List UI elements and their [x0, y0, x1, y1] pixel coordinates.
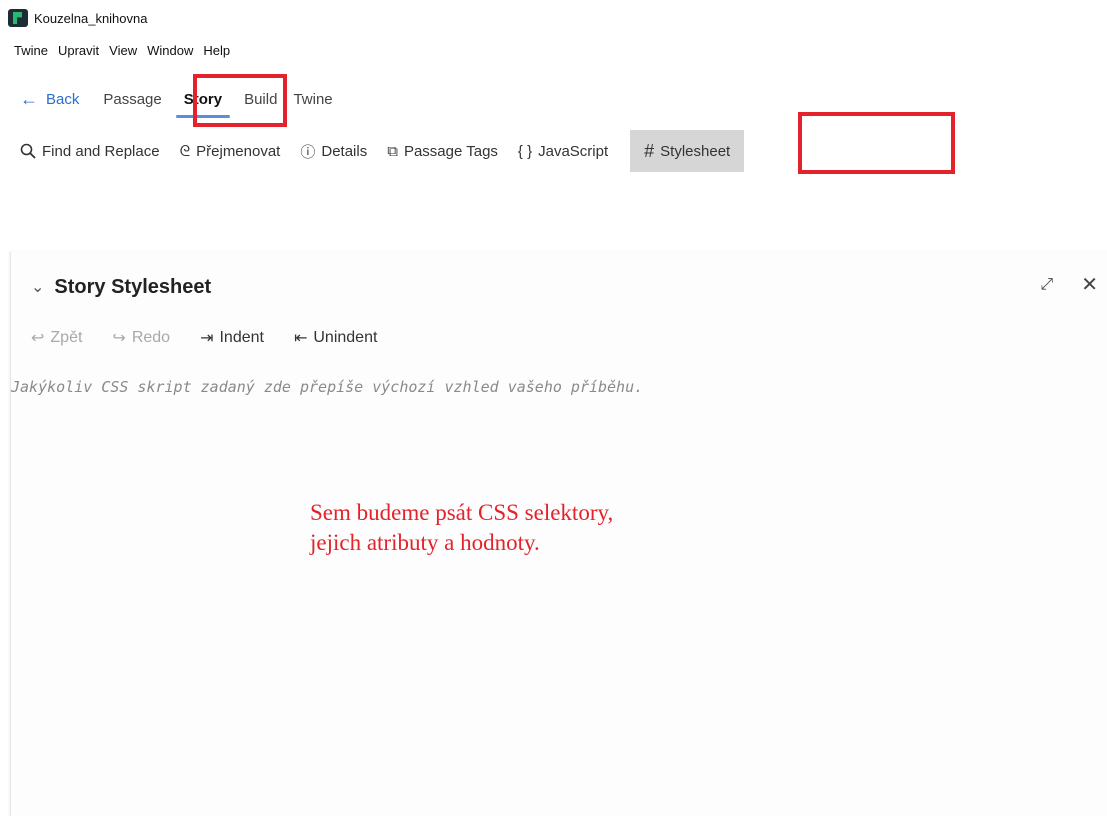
dialog-header: ⌄ Story Stylesheet — [31, 272, 1107, 302]
find-replace-button[interactable]: Find and Replace — [14, 130, 170, 172]
menu-view[interactable]: View — [109, 43, 137, 58]
undo-label: Zpět — [50, 329, 83, 346]
redo-label: Redo — [131, 329, 171, 346]
window-title: Kouzelna_knihovna — [34, 10, 148, 26]
tags-icon: ⧉ — [387, 142, 398, 160]
top-tabs: ← Back Passage Story Build Twine — [18, 82, 341, 118]
back-button[interactable]: ← Back — [18, 82, 95, 116]
passage-tags-button[interactable]: ⧉ Passage Tags — [377, 130, 508, 172]
details-label: Details — [321, 142, 368, 160]
details-button[interactable]: ⓘ Details — [290, 130, 377, 172]
close-icon[interactable]: ✕ — [1081, 272, 1098, 297]
editor-toolbar: ↩ Zpět ↪ Redo ⇥ Indent ⇤ Unindent — [31, 328, 377, 348]
menu-upravit[interactable]: Upravit — [58, 43, 99, 58]
title-bar: Kouzelna_knihovna — [8, 8, 147, 28]
indent-icon: ⇥ — [200, 330, 214, 347]
arrow-left-icon: ← — [20, 88, 38, 109]
indent-button[interactable]: ⇥ Indent — [200, 328, 264, 348]
passage-tags-label: Passage Tags — [403, 142, 498, 160]
highlight-box-stylesheet-button — [798, 112, 955, 174]
unindent-button[interactable]: ⇤ Unindent — [294, 328, 377, 348]
rename-button[interactable]: ᘓ Přejmenovat — [170, 130, 291, 172]
highlight-box-story-tab — [193, 74, 287, 127]
undo-button[interactable]: ↩ Zpět — [31, 328, 82, 348]
annotation-text: Sem budeme psát CSS selektory, jejich at… — [310, 498, 613, 558]
redo-icon: ↪ — [112, 330, 126, 347]
rename-icon: ᘓ — [179, 142, 191, 160]
search-icon — [20, 143, 36, 159]
redo-button[interactable]: ↪ Redo — [112, 328, 170, 348]
info-icon: ⓘ — [300, 143, 316, 161]
stylesheet-label: Stylesheet — [660, 142, 731, 160]
annotation-line-1: Sem budeme psát CSS selektory, — [310, 500, 614, 525]
css-editor[interactable]: Jakýkoliv CSS skript zadaný zde přepíše … — [11, 374, 1107, 816]
unindent-label: Unindent — [313, 329, 378, 346]
menu-help[interactable]: Help — [203, 43, 230, 58]
back-label: Back — [46, 90, 80, 108]
dialog-actions: ⤢ ✕ — [1040, 272, 1098, 297]
menu-window[interactable]: Window — [147, 43, 193, 58]
app-logo-icon — [8, 9, 28, 27]
unindent-icon: ⇤ — [293, 330, 308, 347]
maximize-icon[interactable]: ⤢ — [1040, 276, 1053, 294]
javascript-button[interactable]: { } JavaScript — [508, 130, 618, 172]
rename-label: Přejmenovat — [196, 142, 281, 160]
menu-twine[interactable]: Twine — [14, 43, 48, 58]
hash-icon: # — [644, 140, 655, 161]
editor-placeholder: Jakýkoliv CSS skript zadaný zde přepíše … — [11, 378, 644, 396]
tab-twine[interactable]: Twine — [285, 82, 340, 116]
undo-icon: ↩ — [31, 330, 45, 347]
menu-bar: Twine Upravit View Window Help — [14, 43, 230, 58]
dialog-title: Story Stylesheet — [54, 275, 212, 298]
indent-label: Indent — [219, 329, 264, 346]
javascript-label: JavaScript — [538, 142, 609, 160]
find-replace-label: Find and Replace — [42, 142, 160, 160]
collapse-chevron-icon[interactable]: ⌄ — [31, 277, 44, 297]
tab-passage[interactable]: Passage — [95, 82, 169, 116]
annotation-line-2: jejich atributy a hodnoty. — [310, 530, 540, 555]
stylesheet-dialog: ⌄ Story Stylesheet ⤢ ✕ ↩ Zpět ↪ Redo ⇥ I… — [10, 252, 1107, 816]
braces-icon: { } — [517, 142, 533, 160]
stylesheet-button[interactable]: # Stylesheet — [630, 130, 745, 172]
